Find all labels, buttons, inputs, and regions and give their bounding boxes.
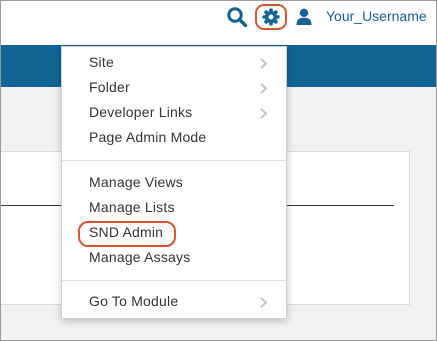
menu-item-label: Go To Module bbox=[89, 293, 179, 309]
chevron-right-icon bbox=[260, 297, 267, 308]
menu-item-label: SND Admin bbox=[89, 224, 164, 240]
app-window: Your_Username Site Folder Developer Link… bbox=[0, 0, 437, 341]
user-icon[interactable] bbox=[296, 8, 312, 25]
chevron-right-icon bbox=[260, 58, 267, 69]
menu-item-label: Developer Links bbox=[89, 104, 193, 120]
menu-item-manage-lists[interactable]: Manage Lists bbox=[62, 196, 286, 221]
menu-item-label: Manage Lists bbox=[89, 199, 175, 215]
search-icon[interactable] bbox=[226, 6, 248, 28]
menu-item-manage-views[interactable]: Manage Views bbox=[62, 171, 286, 196]
menu-item-label: Page Admin Mode bbox=[89, 129, 207, 145]
menu-item-label: Manage Assays bbox=[89, 249, 191, 265]
menu-item-developer-links[interactable]: Developer Links bbox=[62, 101, 286, 126]
menu-divider bbox=[62, 160, 286, 161]
menu-item-folder[interactable]: Folder bbox=[62, 76, 286, 101]
menu-item-go-to-module[interactable]: Go To Module bbox=[62, 290, 286, 315]
menu-item-label: Site bbox=[89, 54, 114, 70]
menu-item-label: Folder bbox=[89, 79, 130, 95]
menu-item-snd-admin[interactable]: SND Admin bbox=[62, 221, 286, 246]
chevron-right-icon bbox=[260, 83, 267, 94]
admin-dropdown-menu: Site Folder Developer Links Page Admin M… bbox=[61, 46, 287, 319]
menu-divider bbox=[62, 280, 286, 281]
gear-icon[interactable] bbox=[262, 8, 280, 26]
chevron-right-icon bbox=[260, 108, 267, 119]
menu-item-page-admin-mode[interactable]: Page Admin Mode bbox=[62, 126, 286, 151]
menu-item-manage-assays[interactable]: Manage Assays bbox=[62, 246, 286, 271]
menu-item-site[interactable]: Site bbox=[62, 51, 286, 76]
menu-item-label: Manage Views bbox=[89, 174, 183, 190]
username-link[interactable]: Your_Username bbox=[326, 8, 427, 24]
header-bar: Your_Username bbox=[1, 1, 436, 45]
